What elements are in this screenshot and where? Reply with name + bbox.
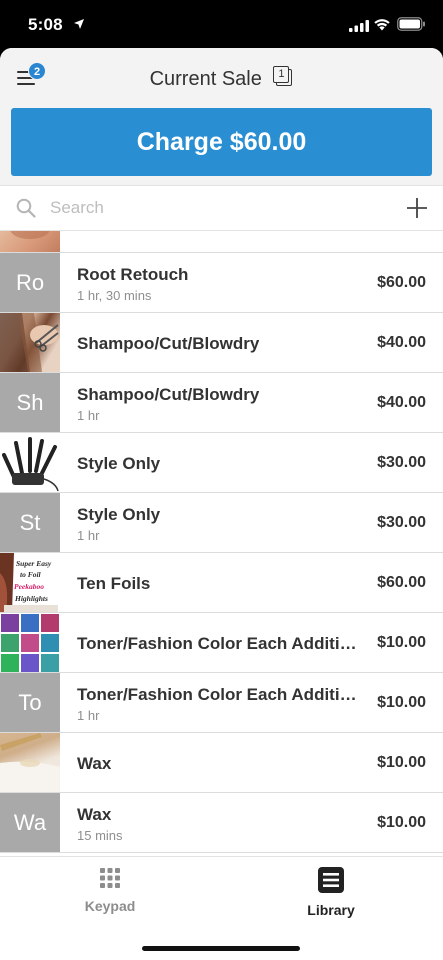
search-input[interactable] [50, 194, 380, 222]
list-item-partial[interactable] [0, 231, 443, 253]
item-library-list[interactable]: Ro Root Retouch 1 hr, 30 mins $60.00 Sha… [0, 231, 443, 854]
item-thumb-abbreviation: Ro [0, 253, 60, 312]
item-name: Root Retouch [77, 265, 189, 284]
foils-text-1: Super Easy [16, 559, 52, 568]
item-name: Shampoo/Cut/Blowdry [77, 385, 260, 404]
search-bar [0, 185, 443, 231]
item-name: Style Only [77, 505, 161, 524]
plus-icon[interactable] [406, 197, 428, 219]
tab-library-label: Library [307, 902, 355, 918]
item-name: Style Only [77, 454, 161, 473]
home-indicator[interactable] [142, 946, 300, 951]
ticket-count: 1 [273, 66, 290, 83]
item-photo [0, 231, 60, 252]
list-item[interactable]: St Style Only 1 hr $30.00 [0, 493, 443, 553]
list-item[interactable]: Wax $10.00 [0, 733, 443, 793]
search-icon [16, 198, 36, 218]
item-thumb-abbreviation: Wa [0, 793, 60, 852]
item-photo [0, 433, 60, 492]
item-name: Toner/Fashion Color Each Additio... [77, 685, 364, 704]
page-title-wrap[interactable]: Current Sale 1 [0, 66, 443, 91]
list-item[interactable]: Style Only $30.00 [0, 433, 443, 493]
keypad-icon [100, 868, 120, 888]
item-price: $30.00 [377, 454, 426, 471]
item-name: Ten Foils [77, 574, 151, 593]
tab-keypad-label: Keypad [84, 898, 136, 914]
location-arrow-icon [74, 19, 84, 29]
list-item[interactable]: Wa Wax 15 mins $10.00 [0, 793, 443, 853]
item-thumb-abbreviation: Sh [0, 373, 60, 432]
item-price: $40.00 [377, 334, 426, 351]
foils-graphic: Super Easy to Foil Peekaboo Highlights [0, 553, 58, 612]
item-duration: 15 mins [77, 828, 123, 843]
foils-text-4: Highlights [14, 594, 48, 603]
item-name: Wax [77, 805, 112, 824]
item-thumb-abbreviation: St [0, 493, 60, 552]
status-bar: 5:08 [0, 0, 443, 48]
item-name: Wax [77, 754, 112, 773]
item-price: $30.00 [377, 514, 426, 531]
item-thumb-abbreviation: To [0, 673, 60, 732]
tab-keypad[interactable]: Keypad [50, 867, 170, 914]
status-time: 5:08 [28, 15, 63, 34]
item-duration: 1 hr [77, 528, 100, 543]
battery-icon [397, 17, 425, 31]
item-price: $60.00 [377, 574, 426, 591]
item-photo [0, 733, 60, 792]
item-price: $10.00 [377, 814, 426, 831]
library-icon [318, 867, 344, 893]
list-item[interactable]: Shampoo/Cut/Blowdry $40.00 [0, 313, 443, 373]
item-price: $40.00 [377, 394, 426, 411]
item-photo [0, 613, 60, 672]
list-item[interactable]: To Toner/Fashion Color Each Additio... 1… [0, 673, 443, 733]
current-sale-screen: 2 Current Sale 1 Charge $60.00 Ro [0, 48, 443, 960]
item-name: Shampoo/Cut/Blowdry [77, 334, 260, 353]
item-price: $10.00 [377, 754, 426, 771]
item-name: Toner/Fashion Color Each Additio... [77, 634, 364, 653]
item-price: $60.00 [377, 274, 426, 291]
item-price: $10.00 [377, 694, 426, 711]
wifi-icon [374, 19, 390, 31]
list-item[interactable]: Super Easy to Foil Peekaboo Highlights T… [0, 553, 443, 613]
charge-area: Charge $60.00 [0, 106, 443, 185]
item-duration: 1 hr [77, 708, 100, 723]
item-duration: 1 hr [77, 408, 100, 423]
foils-text-2: to Foil [20, 570, 42, 579]
tab-bar: Keypad Library [0, 856, 443, 960]
tab-library[interactable]: Library [271, 867, 391, 918]
list-item[interactable]: Sh Shampoo/Cut/Blowdry 1 hr $40.00 [0, 373, 443, 433]
header: 2 Current Sale 1 [0, 48, 443, 106]
foils-text-3: Peekaboo [14, 582, 44, 591]
list-item[interactable]: Ro Root Retouch 1 hr, 30 mins $60.00 [0, 253, 443, 313]
page-title: Current Sale [149, 68, 262, 90]
item-photo [0, 313, 60, 372]
item-price: $10.00 [377, 634, 426, 651]
charge-button[interactable]: Charge $60.00 [11, 108, 432, 176]
item-duration: 1 hr, 30 mins [77, 288, 152, 303]
list-item[interactable]: Toner/Fashion Color Each Additio... $10.… [0, 613, 443, 673]
item-photo: Super Easy to Foil Peekaboo Highlights [0, 553, 60, 612]
ticket-icon: 1 [273, 66, 293, 87]
cellular-signal-icon [349, 20, 369, 32]
